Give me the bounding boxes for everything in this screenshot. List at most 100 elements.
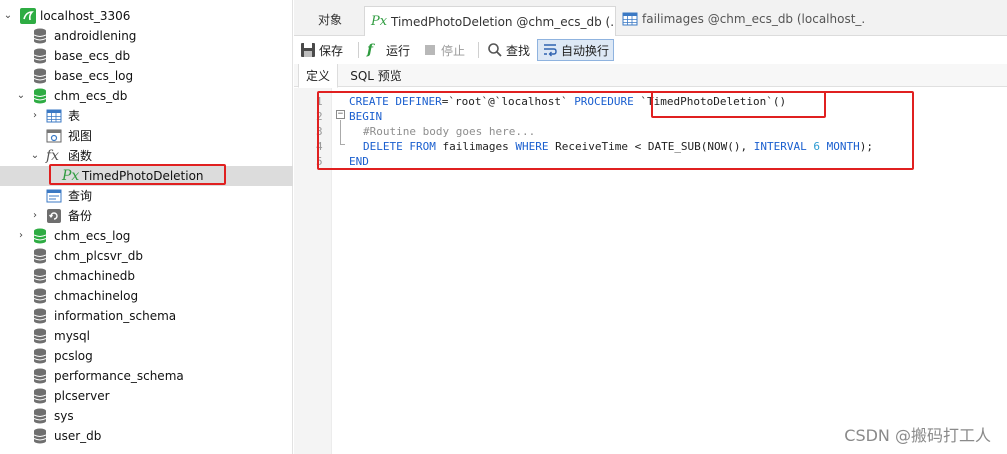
- tree-db-chm-ecs-db[interactable]: ⌄ chm_ecs_db: [0, 86, 293, 106]
- save-button[interactable]: 保存: [300, 39, 343, 61]
- tree-label: chmachinedb: [54, 269, 136, 283]
- tree-db-chmachinedb[interactable]: chmachinedb: [0, 266, 293, 286]
- code-keyword: DELETE: [363, 140, 403, 153]
- database-icon: [34, 48, 46, 64]
- tree-db-pcslog[interactable]: pcslog: [0, 346, 293, 366]
- fold-guide: [340, 144, 345, 145]
- line-number: 5: [316, 155, 323, 168]
- database-icon: [34, 68, 46, 84]
- chevron-right-icon[interactable]: ›: [16, 231, 26, 241]
- tab-function-editor[interactable]: Px TimedPhotoDeletion @chm_ecs_db (...: [364, 6, 616, 36]
- tree-label: sys: [54, 409, 74, 423]
- find-button[interactable]: 查找: [487, 39, 530, 61]
- code-comment: #Routine body goes here...: [363, 125, 536, 138]
- tree-db-chmachinelog[interactable]: chmachinelog: [0, 286, 293, 306]
- tab-label: 定义: [305, 69, 330, 83]
- tree-db-performance-schema[interactable]: performance_schema: [0, 366, 293, 386]
- database-icon: [34, 288, 46, 304]
- line-number: 3: [316, 125, 323, 138]
- run-label: 运行: [386, 43, 411, 58]
- code-line-5: END: [349, 154, 369, 169]
- word-wrap-toggle[interactable]: 自动换行: [537, 39, 615, 61]
- run-function-icon: f: [367, 42, 374, 58]
- tree-group-tables[interactable]: › 表: [0, 106, 293, 126]
- tab-table-failimages[interactable]: failimages @chm_ecs_db (localhost_...: [620, 6, 866, 32]
- tree-label: 查询: [68, 189, 93, 203]
- tree-group-queries[interactable]: 查询: [0, 186, 293, 206]
- save-label: 保存: [319, 43, 344, 58]
- code-keyword: BEGIN: [349, 110, 383, 123]
- tree-db-base-ecs-db[interactable]: base_ecs_db: [0, 46, 293, 66]
- code-editor[interactable]: 1 2 3 4 5 − CREATE DEFINER=`root`@`local…: [294, 88, 1007, 454]
- tree-group-views[interactable]: 视图: [0, 126, 293, 146]
- code-text: failimages: [435, 140, 516, 153]
- code-text: ReceiveTime < DATE_SUB(NOW(),: [548, 140, 754, 153]
- function-icon: fx: [46, 148, 60, 164]
- editor-area: 对象 Px TimedPhotoDeletion @chm_ecs_db (..…: [294, 0, 1007, 454]
- toolbar: 保存 f 运行 停止 查找 自动换行: [294, 37, 1007, 63]
- tree-db-sys[interactable]: sys: [0, 406, 293, 426]
- fold-guide: [340, 120, 341, 144]
- code-keyword: WHERE: [515, 140, 549, 153]
- code-keyword: CREATE: [349, 95, 389, 108]
- database-icon: [34, 388, 46, 404]
- tree-db-mysql[interactable]: mysql: [0, 326, 293, 346]
- tree-label: mysql: [54, 329, 90, 343]
- code-procedure-name: `TimedPhotoDeletion`(): [633, 95, 787, 108]
- code-number: 6: [813, 140, 821, 153]
- tree-function-timedphotodeletion[interactable]: Px TimedPhotoDeletion: [0, 166, 293, 186]
- run-button[interactable]: f 运行: [367, 39, 410, 61]
- code-keyword: PROCEDURE: [574, 95, 634, 108]
- tree-label: 函数: [68, 149, 93, 163]
- toolbar-divider: [478, 42, 479, 58]
- tree-label: TimedPhotoDeletion: [82, 169, 204, 183]
- database-icon: [34, 328, 46, 344]
- tree-label: 备份: [68, 209, 93, 223]
- tree-label: chmachinelog: [54, 289, 139, 303]
- database-icon: [34, 248, 46, 264]
- tree-db-chm-plcsvr-db[interactable]: chm_plcsvr_db: [0, 246, 293, 266]
- tree-connection-localhost[interactable]: ⌄ localhost_3306: [0, 6, 293, 26]
- tree-label: androidlening: [54, 29, 137, 43]
- tree-db-base-ecs-log[interactable]: base_ecs_log: [0, 66, 293, 86]
- stop-label: 停止: [441, 43, 466, 58]
- chevron-down-icon[interactable]: ⌄: [16, 91, 26, 101]
- chevron-down-icon[interactable]: ⌄: [3, 11, 13, 21]
- tree-db-chm-ecs-log[interactable]: › chm_ecs_log: [0, 226, 293, 246]
- stop-button[interactable]: 停止: [422, 39, 465, 61]
- tab-label: SQL 预览: [350, 69, 402, 83]
- word-wrap-icon: [544, 44, 557, 57]
- procedure-icon: Px: [62, 168, 80, 184]
- tree-label: base_ecs_log: [54, 69, 134, 83]
- view-icon: [46, 129, 62, 143]
- code-keyword: INTERVAL: [753, 140, 807, 153]
- fold-toggle-icon[interactable]: −: [336, 110, 345, 119]
- tab-label: failimages @chm_ecs_db (localhost_...: [642, 12, 866, 26]
- tree-group-functions[interactable]: ⌄ fx 函数: [0, 146, 293, 166]
- database-icon: [34, 88, 46, 104]
- tab-definition[interactable]: 定义: [298, 64, 338, 88]
- chevron-right-icon[interactable]: ›: [30, 211, 40, 221]
- code-keyword: FROM: [409, 140, 436, 153]
- tab-sql-preview[interactable]: SQL 预览: [344, 64, 408, 87]
- tab-objects[interactable]: 对象: [318, 6, 342, 32]
- database-icon: [34, 308, 46, 324]
- tree-label: 视图: [68, 129, 93, 143]
- code-line-4: DELETE FROM failimages WHERE ReceiveTime…: [363, 139, 873, 154]
- tree-db-user-db[interactable]: user_db: [0, 426, 293, 446]
- tree-group-backups[interactable]: › 备份: [0, 206, 293, 226]
- tree-db-plcserver[interactable]: plcserver: [0, 386, 293, 406]
- tab-label: 对象: [318, 12, 343, 27]
- chevron-right-icon[interactable]: ›: [30, 111, 40, 121]
- tree-label: pcslog: [54, 349, 93, 363]
- chevron-down-icon[interactable]: ⌄: [30, 151, 40, 161]
- database-icon: [34, 368, 46, 384]
- navigator-panel: ⌄ localhost_3306 androidlening base_ecs_…: [0, 0, 293, 454]
- line-number: 2: [316, 110, 323, 123]
- line-number: 4: [316, 140, 323, 153]
- code-keyword: MONTH: [826, 140, 860, 153]
- tree-label: user_db: [54, 429, 102, 443]
- code-text: );: [859, 140, 874, 153]
- tree-db-information-schema[interactable]: information_schema: [0, 306, 293, 326]
- tree-db-androidlening[interactable]: androidlening: [0, 26, 293, 46]
